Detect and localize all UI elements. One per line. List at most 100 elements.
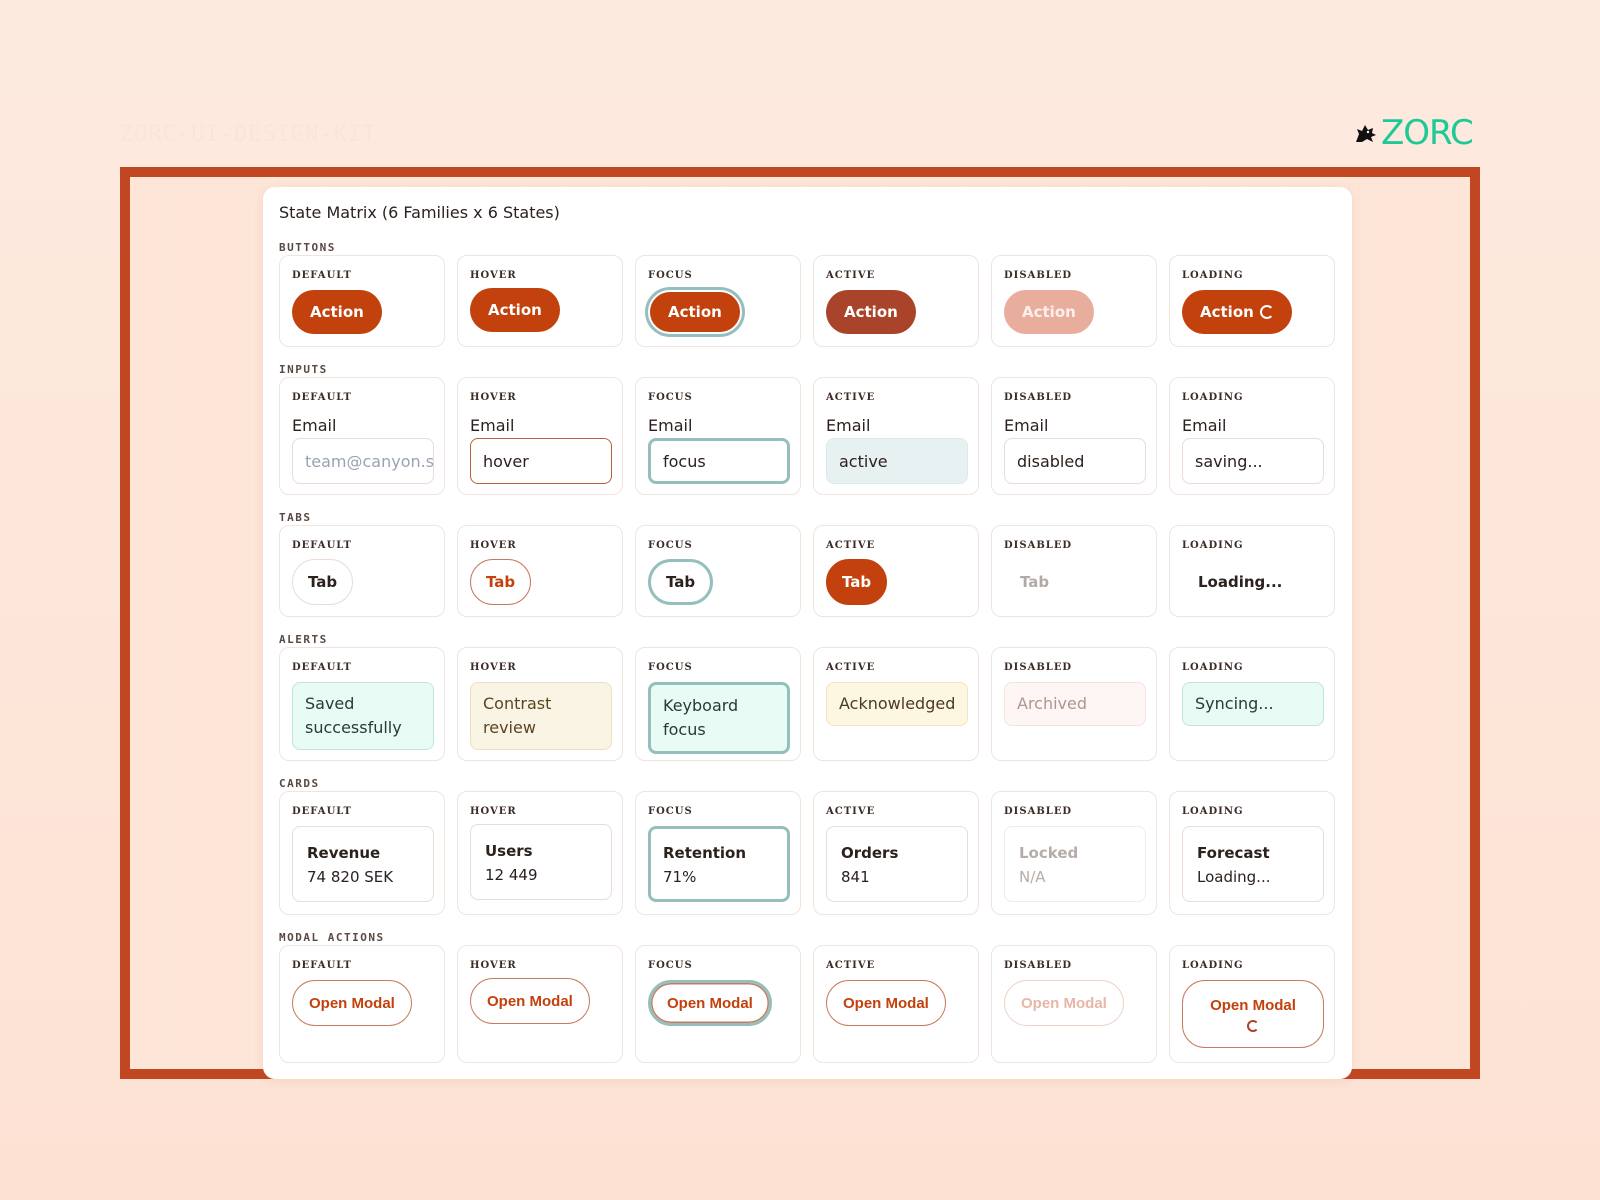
tab-focus[interactable]: Tab [648, 559, 714, 605]
alerts-disabled-cell: DISABLED Archived [991, 647, 1157, 761]
open-modal-button-focus[interactable]: Open Modal [648, 980, 772, 1026]
inputs-default-cell: DEFAULT Email team@canyon.se [279, 377, 445, 495]
family-label-cards: CARDS [279, 777, 320, 790]
card-value: 74 820 SEK [307, 868, 394, 886]
modal-hover-cell: HOVER Open Modal [457, 945, 623, 1063]
metric-card-disabled: Locked N/A [1004, 826, 1146, 902]
state-label: HOVER [470, 270, 517, 281]
state-label: DEFAULT [292, 392, 352, 403]
action-button-focus[interactable]: Action [648, 290, 742, 334]
card-title: Orders [841, 844, 899, 862]
button-label: Action [668, 303, 722, 321]
card-value: 12 449 [485, 866, 538, 884]
tabs-hover-cell: HOVER Tab [457, 525, 623, 617]
buttons-loading-cell: LOADING Action [1169, 255, 1335, 347]
buttons-disabled-cell: DISABLED Action [991, 255, 1157, 347]
state-label: ACTIVE [826, 540, 876, 551]
email-field-focus[interactable]: focus [648, 438, 790, 484]
state-label: FOCUS [648, 960, 693, 971]
card-title: Forecast [1197, 844, 1270, 862]
open-modal-button-hover[interactable]: Open Modal [470, 978, 590, 1024]
email-label: Email [648, 416, 693, 435]
family-label-inputs: INPUTS [279, 363, 328, 376]
state-label: LOADING [1182, 270, 1244, 281]
open-modal-button[interactable]: Open Modal [292, 980, 412, 1026]
state-label: LOADING [1182, 540, 1244, 551]
tab-loading[interactable]: Loading... [1182, 559, 1299, 605]
card-value: 841 [841, 868, 870, 886]
modal-disabled-cell: DISABLED Open Modal [991, 945, 1157, 1063]
state-label: ACTIVE [826, 662, 876, 673]
buttons-active-cell: ACTIVE Action [813, 255, 979, 347]
email-label: Email [470, 416, 515, 435]
action-button-hover[interactable]: Action [470, 288, 560, 332]
state-label: DEFAULT [292, 540, 352, 551]
alerts-loading-cell: LOADING Syncing... [1169, 647, 1335, 761]
tab-hover[interactable]: Tab [470, 559, 532, 605]
inputs-focus-cell: FOCUS Email focus [635, 377, 801, 495]
open-modal-button-active[interactable]: Open Modal [826, 980, 946, 1026]
logo-wordmark: ZORC [1381, 113, 1474, 153]
state-label: DEFAULT [292, 806, 352, 817]
cards-hover-cell: HOVER Users 12 449 [457, 791, 623, 915]
tab-active[interactable]: Tab [826, 559, 888, 605]
button-label: Action [1200, 303, 1254, 321]
action-button-loading[interactable]: Action [1182, 290, 1292, 334]
email-field-disabled: disabled [1004, 438, 1146, 484]
metric-card-active[interactable]: Orders 841 [826, 826, 968, 902]
card-title: Revenue [307, 844, 381, 862]
family-label-buttons: BUTTONS [279, 241, 336, 254]
state-label: HOVER [470, 662, 517, 673]
tabs-disabled-cell: DISABLED Tab [991, 525, 1157, 617]
open-modal-button-disabled: Open Modal [1004, 980, 1124, 1026]
state-label: ACTIVE [826, 392, 876, 403]
card-value: 71% [663, 868, 697, 886]
state-label: HOVER [470, 540, 517, 551]
inputs-loading-cell: LOADING Email saving... [1169, 377, 1335, 495]
email-field[interactable]: team@canyon.se [292, 438, 434, 484]
alert-archived: Archived [1004, 682, 1146, 726]
metric-card[interactable]: Revenue 74 820 SEK [292, 826, 434, 902]
state-label: LOADING [1182, 960, 1244, 971]
card-title: Retention [663, 844, 747, 862]
action-button-active[interactable]: Action [826, 290, 916, 334]
modal-focus-cell: FOCUS Open Modal [635, 945, 801, 1063]
state-label: HOVER [470, 392, 517, 403]
inputs-hover-cell: HOVER Email hover [457, 377, 623, 495]
action-button-disabled: Action [1004, 290, 1094, 334]
metric-card-loading[interactable]: Forecast Loading... [1182, 826, 1324, 902]
metric-card-hover[interactable]: Users 12 449 [470, 824, 612, 900]
state-label: FOCUS [648, 392, 693, 403]
state-label: LOADING [1182, 392, 1244, 403]
open-modal-button-loading[interactable]: Open Modal [1182, 980, 1324, 1048]
email-label: Email [292, 416, 337, 435]
button-label: Action [310, 303, 364, 321]
email-field-active[interactable]: active [826, 438, 968, 484]
kit-title: ZORC-UI-DESIGN-KIT [120, 122, 377, 147]
buttons-hover-cell: HOVER Action [457, 255, 623, 347]
metric-card-focus[interactable]: Retention 71% [648, 826, 790, 902]
state-label: DISABLED [1004, 960, 1073, 971]
state-label: DISABLED [1004, 806, 1073, 817]
spinner-icon [1259, 305, 1274, 319]
showcase-frame: State Matrix (6 Families x 6 States) BUT… [120, 167, 1480, 1079]
state-label: DEFAULT [292, 960, 352, 971]
state-label: FOCUS [648, 540, 693, 551]
inputs-disabled-cell: DISABLED Email disabled [991, 377, 1157, 495]
email-field-hover[interactable]: hover [470, 438, 612, 484]
state-matrix-panel: State Matrix (6 Families x 6 States) BUT… [263, 187, 1352, 1079]
state-label: DEFAULT [292, 270, 352, 281]
alerts-hover-cell: HOVER Contrast review [457, 647, 623, 761]
inputs-active-cell: ACTIVE Email active [813, 377, 979, 495]
card-title: Locked [1019, 844, 1079, 862]
action-button[interactable]: Action [292, 290, 382, 334]
family-label-tabs: TABS [279, 511, 312, 524]
alerts-default-cell: DEFAULT Saved successfully [279, 647, 445, 761]
panel-title: State Matrix (6 Families x 6 States) [279, 203, 560, 222]
email-field-loading[interactable]: saving... [1182, 438, 1324, 484]
button-label: Action [488, 301, 542, 319]
state-label: HOVER [470, 960, 517, 971]
email-label: Email [1004, 416, 1049, 435]
tab[interactable]: Tab [292, 559, 354, 605]
alert-saved: Saved successfully [292, 682, 434, 750]
